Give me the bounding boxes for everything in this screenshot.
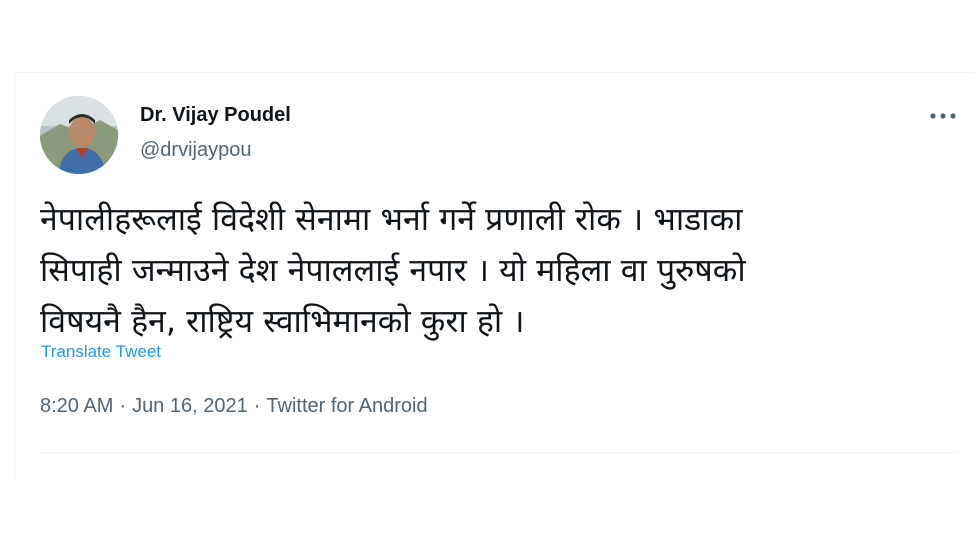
- more-horizontal-icon: [930, 113, 956, 119]
- avatar-photo-icon: [40, 96, 118, 174]
- tweet-text-line: सिपाही जन्माउने देश नेपाललाई नपार । यो म…: [40, 251, 746, 289]
- meta-separator: ·: [119, 395, 127, 417]
- tweet-text-line: विषयनै हैन, राष्ट्रिय स्वाभिमानको कुरा ह…: [40, 302, 525, 340]
- tweet-date[interactable]: Jun 16, 2021: [132, 395, 248, 417]
- tweet-source[interactable]: Twitter for Android: [266, 395, 427, 417]
- more-options-button[interactable]: [926, 104, 960, 128]
- tweet-text: नेपालीहरूलाई विदेशी सेनामा भर्ना गर्ने प…: [40, 194, 940, 347]
- meta-separator: ·: [253, 395, 261, 417]
- author-name[interactable]: Dr. Vijay Poudel: [140, 104, 291, 127]
- tweet-metadata: 8:20 AM · Jun 16, 2021 · Twitter for Android: [40, 395, 428, 418]
- author-handle[interactable]: @drvijaypou: [140, 139, 251, 162]
- translate-tweet-link[interactable]: Translate Tweet: [41, 342, 161, 362]
- tweet-time[interactable]: 8:20 AM: [40, 395, 113, 417]
- tweet-text-line: नेपालीहरूलाई विदेशी सेनामा भर्ना गर्ने प…: [40, 200, 743, 238]
- avatar[interactable]: [40, 96, 118, 174]
- divider: [40, 452, 958, 453]
